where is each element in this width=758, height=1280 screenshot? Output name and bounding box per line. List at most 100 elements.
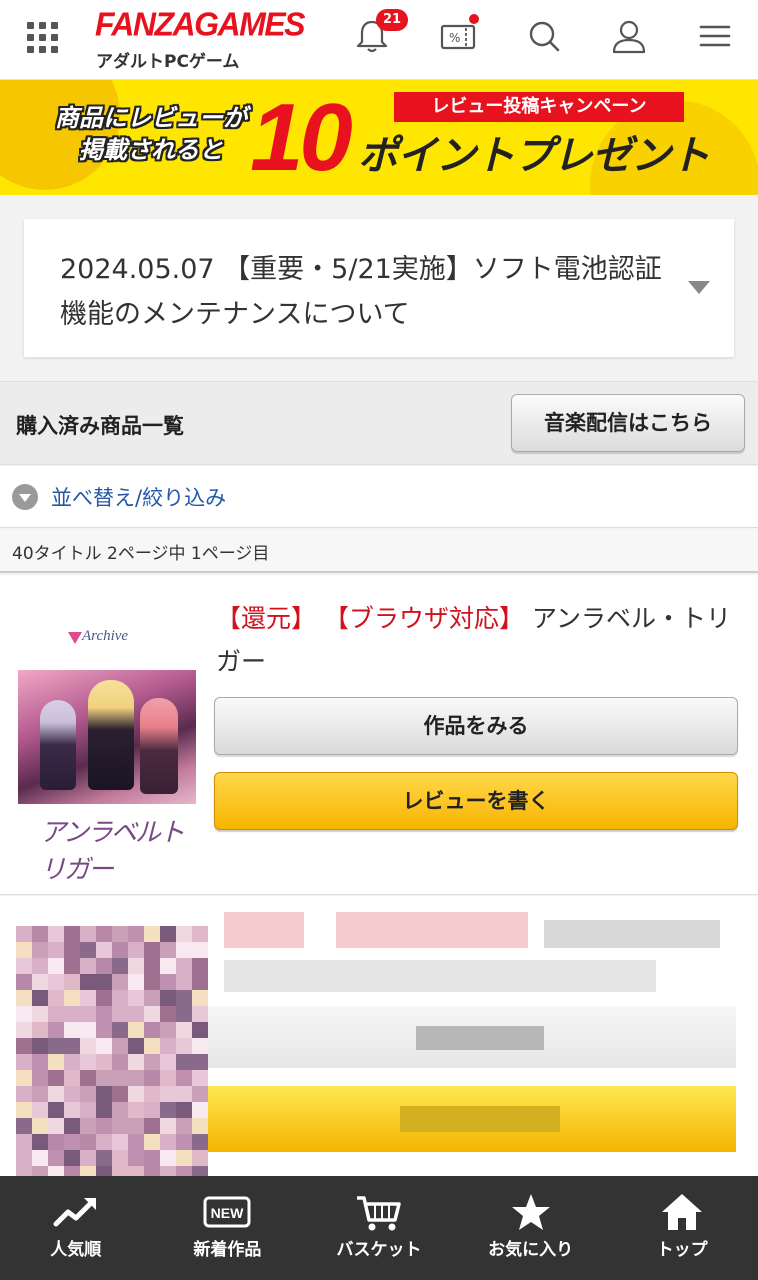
product-title[interactable]: 【還元】 【ブラウザ対応】 アンラベル・トリガー — [216, 597, 736, 683]
app-grid-icon[interactable] — [27, 22, 58, 53]
mosaic-cell — [112, 1086, 128, 1102]
hamburger-menu-icon[interactable] — [695, 16, 735, 56]
mosaic-cell — [160, 1022, 176, 1038]
notification-badge: 21 — [376, 9, 408, 31]
mosaic-cell — [112, 1006, 128, 1022]
mosaic-cell — [128, 1006, 144, 1022]
mosaic-cell — [112, 1118, 128, 1134]
nav-favorites-label: お気に入り — [488, 1240, 574, 1260]
view-product-button[interactable]: 作品をみる — [214, 697, 738, 755]
new-badge-icon: NEW — [203, 1196, 251, 1228]
fanza-games-logo[interactable]: FANZAGAMES — [95, 5, 306, 44]
mosaic-cell — [64, 974, 80, 990]
mosaic-cell — [48, 1070, 64, 1086]
mosaic-cell — [176, 974, 192, 990]
chevron-down-icon[interactable] — [688, 281, 710, 294]
nav-popular-label: 人気順 — [50, 1240, 102, 1260]
mosaic-cell — [16, 1086, 32, 1102]
search-icon[interactable] — [524, 16, 564, 56]
result-count: 40タイトル 2ページ中 1ページ目 — [12, 544, 270, 564]
notice-text: 2024.05.07 【重要・5/21実施】ソフト電池認証機能のメンテナンスにつ… — [60, 254, 662, 330]
nav-favorites[interactable]: お気に入り — [455, 1176, 607, 1280]
mosaic-cell — [192, 1038, 208, 1054]
result-count-row: 40タイトル 2ページ中 1ページ目 — [0, 529, 758, 573]
mosaic-cell — [64, 1054, 80, 1070]
review-campaign-banner[interactable]: 商品にレビューが 掲載されると 10 レビュー投稿キャンペーン ポイントプレゼン… — [0, 80, 758, 195]
blurred-view-button[interactable] — [208, 1006, 736, 1068]
mosaic-cell — [192, 1022, 208, 1038]
mosaic-cell — [80, 958, 96, 974]
nav-top[interactable]: トップ — [606, 1176, 758, 1280]
mosaic-cell — [128, 1022, 144, 1038]
user-icon[interactable] — [609, 16, 649, 56]
mosaic-cell — [192, 1006, 208, 1022]
blurred-review-button[interactable] — [208, 1086, 736, 1152]
mosaic-cell — [32, 1022, 48, 1038]
mosaic-cell — [32, 1054, 48, 1070]
coupon-alert-dot — [469, 14, 479, 24]
mosaic-cell — [32, 942, 48, 958]
write-review-button[interactable]: レビューを書く — [214, 772, 738, 830]
cart-icon — [356, 1196, 401, 1231]
mosaic-cell — [144, 1086, 160, 1102]
mosaic-cell — [176, 1070, 192, 1086]
mosaic-cell — [48, 1086, 64, 1102]
sort-toggle-icon[interactable] — [12, 484, 38, 510]
mosaic-cell — [32, 1134, 48, 1150]
mosaic-cell — [64, 1134, 80, 1150]
mosaic-cell — [64, 942, 80, 958]
product-cover-image[interactable]: Archive アンラベルトリガー — [18, 618, 196, 884]
nav-basket[interactable]: バスケット — [303, 1176, 455, 1280]
mosaic-cell — [128, 1102, 144, 1118]
mosaic-cell — [48, 1102, 64, 1118]
nav-popular[interactable]: 人気順 — [0, 1176, 152, 1280]
mosaic-cell — [96, 1022, 112, 1038]
mosaic-cell — [112, 1102, 128, 1118]
product-card-blurred — [0, 896, 758, 1186]
mosaic-cell — [48, 1150, 64, 1166]
svg-text:%: % — [449, 31, 460, 45]
mosaic-cell — [192, 1054, 208, 1070]
mosaic-cell — [144, 1022, 160, 1038]
blurred-cover-image[interactable] — [16, 926, 208, 1182]
mosaic-cell — [80, 1022, 96, 1038]
mosaic-cell — [64, 1022, 80, 1038]
mosaic-cell — [96, 1038, 112, 1054]
mosaic-cell — [176, 942, 192, 958]
banner-big-number: 10 — [250, 84, 353, 191]
sort-filter-link[interactable]: 並べ替え/絞り込み — [51, 482, 226, 512]
mosaic-cell — [16, 990, 32, 1006]
mosaic-cell — [144, 974, 160, 990]
mosaic-cell — [112, 1022, 128, 1038]
nav-top-label: トップ — [656, 1240, 708, 1260]
mosaic-cell — [48, 926, 64, 942]
mosaic-cell — [176, 958, 192, 974]
mosaic-cell — [144, 990, 160, 1006]
mosaic-cell — [144, 926, 160, 942]
mosaic-cell — [96, 942, 112, 958]
sort-filter-row[interactable]: 並べ替え/絞り込み — [0, 466, 758, 528]
banner-left-text: 商品にレビューが 掲載されると — [55, 102, 247, 166]
mosaic-cell — [80, 1070, 96, 1086]
mosaic-cell — [48, 990, 64, 1006]
mosaic-cell — [112, 1054, 128, 1070]
mosaic-cell — [48, 1038, 64, 1054]
mosaic-cell — [160, 1102, 176, 1118]
music-distribution-button[interactable]: 音楽配信はこちら — [511, 394, 745, 452]
mosaic-cell — [80, 1086, 96, 1102]
mosaic-cell — [96, 1102, 112, 1118]
cover-figure — [140, 698, 178, 794]
mosaic-cell — [80, 1006, 96, 1022]
mosaic-cell — [32, 1118, 48, 1134]
nav-new[interactable]: NEW 新着作品 — [152, 1176, 304, 1280]
mosaic-cell — [192, 1150, 208, 1166]
mosaic-cell — [160, 1134, 176, 1150]
mosaic-cell — [16, 926, 32, 942]
mosaic-cell — [192, 1086, 208, 1102]
mosaic-cell — [128, 942, 144, 958]
mosaic-cell — [80, 990, 96, 1006]
mosaic-cell — [128, 1118, 144, 1134]
notice-box[interactable]: 2024.05.07 【重要・5/21実施】ソフト電池認証機能のメンテナンスにつ… — [24, 219, 734, 357]
mosaic-cell — [192, 942, 208, 958]
mosaic-cell — [80, 942, 96, 958]
